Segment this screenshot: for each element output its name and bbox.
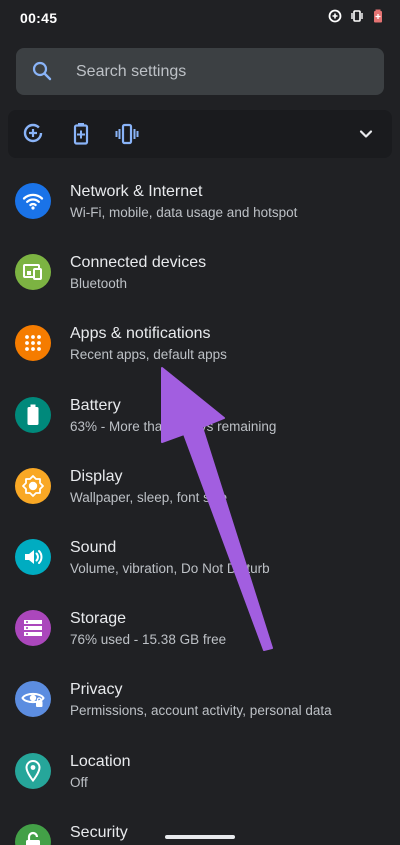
- search-icon: [32, 61, 52, 86]
- lock-icon: [15, 823, 51, 845]
- settings-item-subtitle: Wi-Fi, mobile, data usage and hotspot: [70, 205, 298, 220]
- wifi-icon: [15, 183, 51, 219]
- settings-item-title: Network & Internet: [70, 183, 203, 200]
- settings-item-title: Display: [70, 467, 123, 485]
- settings-item-apps[interactable]: Apps & notifications Recent apps, defaul…: [0, 307, 400, 378]
- settings-item-title: Connected devices: [70, 254, 207, 272]
- settings-item-connected-devices[interactable]: Connected devices Bluetooth: [0, 236, 400, 307]
- settings-item-subtitle: Wallpaper, sleep, font size: [70, 489, 228, 505]
- data-saver-icon: [328, 9, 342, 23]
- settings-item-network[interactable]: Network & Internet Wi-Fi, mobile, data u…: [0, 165, 400, 236]
- settings-item-subtitle: Bluetooth: [70, 276, 128, 292]
- settings-item-title: Storage: [70, 610, 127, 628]
- settings-item-title: Apps & notifications: [70, 325, 211, 343]
- brightness-icon: [15, 467, 51, 504]
- settings-item-title: Privacy: [70, 681, 123, 699]
- apps-icon: [15, 325, 51, 362]
- status-bar: 00:45: [0, 0, 400, 34]
- settings-item-sound[interactable]: Sound Volume, vibration, Do Not Disturb: [0, 521, 400, 592]
- search-bar[interactable]: Search settings: [16, 48, 384, 95]
- eye-icon: [15, 681, 51, 718]
- search-placeholder: Search settings: [76, 63, 187, 80]
- devices-icon: [15, 254, 51, 291]
- vibrate-icon[interactable]: [115, 122, 139, 151]
- settings-item-subtitle: Recent apps, default apps: [70, 347, 227, 363]
- settings-item-display[interactable]: Display Wallpaper, sleep, font size: [0, 450, 400, 521]
- settings-item-subtitle: 76% used - 15.38 GB free: [70, 632, 227, 648]
- storage-icon: [15, 610, 51, 647]
- settings-item-battery[interactable]: Battery 63% - More than 2 days remaining: [0, 379, 400, 450]
- settings-item-subtitle: 63% - More than 2 days remaining: [70, 418, 277, 434]
- settings-item-title: Location: [70, 752, 131, 770]
- chevron-down-icon[interactable]: [358, 126, 374, 147]
- battery-icon: [15, 396, 51, 433]
- settings-item-subtitle: Off: [70, 774, 88, 790]
- settings-item-security[interactable]: Security: [0, 806, 400, 845]
- quick-settings-bar: [8, 110, 392, 158]
- settings-item-title: Sound: [70, 538, 117, 556]
- location-pin-icon: [15, 752, 51, 789]
- battery-saver-icon: [372, 9, 384, 23]
- home-indicator[interactable]: [165, 835, 235, 839]
- settings-item-title: Security: [70, 823, 128, 841]
- battery-saver-icon[interactable]: [71, 122, 91, 151]
- settings-item-subtitle: Volume, vibration, Do Not Disturb: [70, 560, 270, 576]
- status-icons: [328, 9, 384, 23]
- volume-icon: [15, 538, 51, 575]
- settings-list: Network & Internet Wi-Fi, mobile, data u…: [0, 165, 400, 845]
- settings-item-privacy[interactable]: Privacy Permissions, account activity, p…: [0, 663, 400, 734]
- settings-item-subtitle: Permissions, account activity, personal …: [70, 703, 332, 719]
- settings-item-location[interactable]: Location Off: [0, 735, 400, 806]
- vibrate-icon: [350, 9, 364, 23]
- data-saver-icon[interactable]: [22, 122, 44, 149]
- settings-item-storage[interactable]: Storage 76% used - 15.38 GB free: [0, 592, 400, 663]
- status-time: 00:45: [20, 10, 58, 26]
- settings-item-title: Battery: [70, 396, 121, 414]
